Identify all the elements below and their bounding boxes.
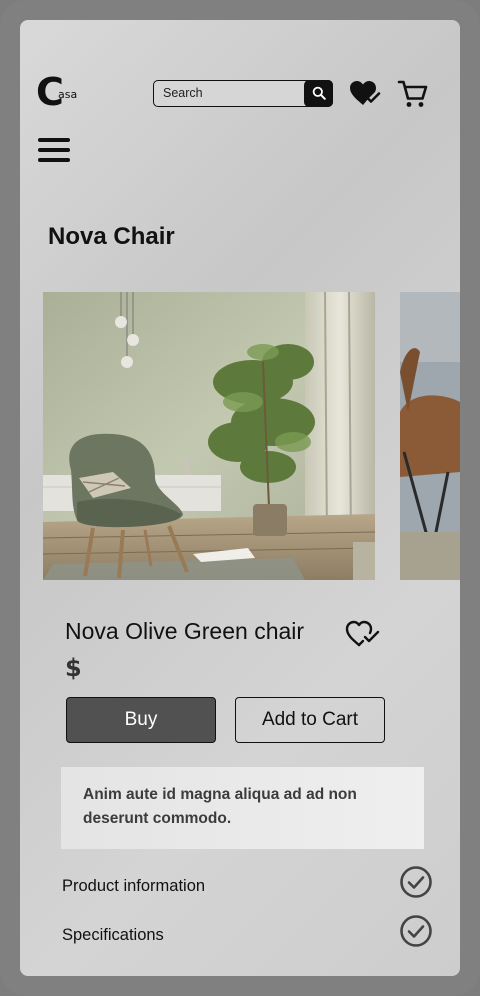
wishlist-heart-check-icon[interactable] (348, 78, 382, 110)
product-image[interactable] (43, 292, 375, 580)
check-circle-icon[interactable] (399, 865, 433, 899)
buy-button[interactable]: Buy (66, 697, 216, 743)
logo-text: asa (58, 88, 78, 101)
add-to-cart-button[interactable]: Add to Cart (235, 697, 385, 743)
brand-logo[interactable]: C asa (36, 70, 78, 114)
search-input[interactable] (154, 81, 322, 105)
product-image-next[interactable] (400, 292, 460, 580)
search-icon (312, 86, 326, 100)
device-frame: C asa Search Nova Chair Nova Olive Green… (0, 0, 480, 996)
favorite-heart-check-icon[interactable] (345, 619, 381, 649)
product-image-next-illustration (400, 292, 460, 580)
page-title: Nova Chair (48, 223, 175, 250)
hamburger-menu-icon[interactable] (38, 138, 70, 164)
product-price: $ (65, 654, 82, 682)
check-circle-icon[interactable] (399, 914, 433, 948)
product-name: Nova Olive Green chair (65, 618, 305, 644)
app-screen: C asa Search Nova Chair Nova Olive Green… (20, 20, 460, 976)
section-product-information[interactable]: Product information (62, 877, 205, 896)
cart-icon[interactable] (396, 78, 430, 110)
search-bar (153, 79, 333, 107)
section-specifications[interactable]: Specifications (62, 926, 164, 945)
product-description: Anim aute id magna aliqua ad ad non dese… (61, 767, 424, 849)
search-button[interactable] (304, 79, 333, 107)
product-image-illustration (43, 292, 375, 580)
